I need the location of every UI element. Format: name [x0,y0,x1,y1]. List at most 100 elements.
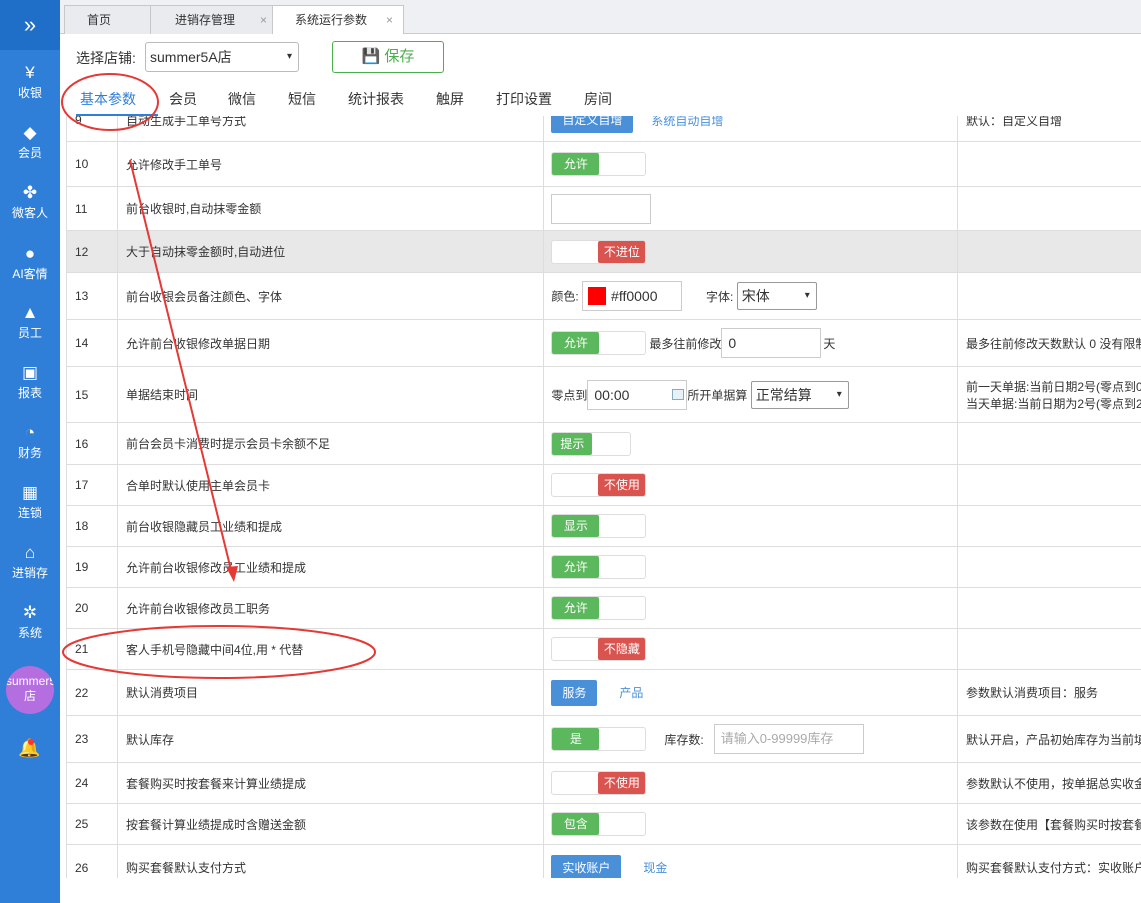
param-name: 前台收银时,自动抹零金额 [116,186,545,231]
font-select[interactable]: 宋体 ▾ [736,282,817,310]
round-amount-input[interactable] [551,193,652,224]
param-note: 购买套餐默认支付方式：实收账户 [956,844,1141,878]
expand-sidebar-button[interactable]: » [0,0,60,50]
include-gift-toggle[interactable]: 包含 [551,812,647,836]
stock-input[interactable]: 请输入0-99999库存 [713,724,864,754]
sidebar-item-label: AI客情 [12,267,48,281]
param-note: 默认：自定义自增 [956,116,1141,142]
cash-link[interactable]: 现金 [643,861,667,875]
person-icon: ▲ [21,303,39,322]
system-increment-link[interactable]: 系统自动自增 [651,116,723,128]
tab-touchscreen[interactable]: 触屏 [436,89,464,109]
sidebar-item-inventory[interactable]: ⌂ 进销存 [0,542,60,581]
hide-phone-toggle[interactable]: 不隐藏 [551,637,647,661]
row-number: 18 [66,505,118,547]
tab-member[interactable]: 会员 [169,89,197,109]
tab-statistics-report[interactable]: 统计报表 [348,89,404,109]
params-table-area[interactable]: 9 自动生成手工单号方式 自定义自增 系统自动自增 默认：自定义自增 10 允许修改手工单… [60,116,1141,878]
param-name: 默认消费项目 [116,669,545,716]
clover-icon: ✤ [22,183,38,202]
tab-label: 首页 [87,13,112,27]
allow-edit-date-toggle[interactable]: 允许 [551,331,647,355]
sidebar-item-chain[interactable]: ▦ 连锁 [0,482,60,521]
font-select-value: 宋体 [741,288,770,304]
save-button[interactable]: 💾 保存 [332,41,444,73]
row-number: 14 [66,319,118,367]
tab-basic-params[interactable]: 基本参数 [80,89,136,109]
hide-performance-toggle[interactable]: 显示 [551,514,647,538]
color-value: #ff0000 [611,288,658,304]
tab-inventory-management[interactable]: 进销存管理 × [150,5,278,34]
row-number: 15 [66,366,118,423]
row-number: 26 [66,844,118,878]
settlement-select[interactable]: 正常结算 ▾ [750,380,849,409]
low-balance-alert-toggle[interactable]: 提示 [551,431,632,456]
sidebar-item-member[interactable]: ◆ 会员 [0,122,60,161]
avatar[interactable]: summer5A店 [6,666,54,714]
color-label: 颜色: [551,289,579,304]
sidebar-item-cashier[interactable]: ¥ 收银 [0,62,60,101]
package-commission-toggle[interactable]: 不使用 [551,771,647,795]
row-number: 25 [66,803,118,845]
table-row: 21 客人手机号隐藏中间4位,用 * 代替 不隐藏 [66,628,1141,670]
tab-print-settings[interactable]: 打印设置 [496,89,552,109]
double-chevron-right-icon: » [23,12,37,37]
table-row: 26 购买套餐默认支付方式 实收账户 现金 购买套餐默认支付方式：实收账户 [66,844,1141,878]
sidebar: » ¥ 收银 ◆ 会员 ✤ 微客人 ● AI客情 ▲ 员工 ▣ 报表 ◔ 财务 ▦ 连锁 ⌂ 进销… [0,0,60,903]
sidebar-item-finance[interactable]: ◔ 财务 [0,422,60,461]
save-label: 保存 [384,48,415,65]
end-time-input[interactable]: 00:00 [587,379,688,410]
toggle-label: 不隐藏 [598,638,646,660]
allow-edit-manual-no-toggle[interactable]: 允许 [551,152,647,176]
edit-performance-toggle[interactable]: 允许 [551,555,647,579]
edit-staff-role-toggle[interactable]: 允许 [551,596,647,620]
toggle-label: 允许 [552,556,600,578]
tab-sms[interactable]: 短信 [288,89,316,109]
notification-bell-icon[interactable]: 🔔 [18,738,40,759]
received-account-button[interactable]: 实收账户 [551,854,622,878]
calendar-icon[interactable] [672,388,685,400]
sidebar-item-ai-customer[interactable]: ● AI客情 [0,243,60,282]
tab-wechat[interactable]: 微信 [228,89,256,109]
color-swatch[interactable] [588,287,607,305]
tab-system-params[interactable]: 系统运行参数 × [272,5,404,35]
product-link[interactable]: 产品 [619,686,643,700]
custom-increment-button[interactable]: 自定义自增 [551,116,634,133]
toggle-label: 允许 [552,597,600,619]
table-row: 16 前台会员卡消费时提示会员卡余额不足 提示 [66,422,1141,465]
sidebar-item-label: 连锁 [17,506,42,520]
sidebar-item-wechat-guest[interactable]: ✤ 微客人 [0,182,60,221]
warehouse-icon: ⌂ [24,543,36,562]
sidebar-item-system[interactable]: ✲ 系统 [0,602,60,641]
end-time-value: 00:00 [594,386,630,403]
toggle-label: 不使用 [598,474,646,496]
table-row: 9 自动生成手工单号方式 自定义自增 系统自动自增 默认：自定义自增 [66,116,1141,142]
sidebar-item-label: 微客人 [11,206,48,220]
sidebar-item-report[interactable]: ▣ 报表 [0,362,60,401]
sidebar-item-label: 进销存 [11,566,48,580]
param-name: 允许修改手工单号 [116,141,545,187]
max-days-input[interactable]: 0 [721,328,822,358]
row-number: 13 [66,272,118,320]
tab-room[interactable]: 房间 [584,89,612,109]
param-note: 默认开启，产品初始库存为当前填 [956,715,1141,763]
table-row: 12 大于自动抹零金额时,自动进位 不进位 [66,230,1141,273]
toggle-label: 显示 [552,515,600,537]
floppy-disk-icon: 💾 [361,48,381,65]
close-icon[interactable]: × [260,6,267,34]
tab-home[interactable]: 首页 [64,5,154,34]
store-select[interactable]: summer5A店 ▾ [145,42,299,72]
close-icon[interactable]: × [386,6,393,34]
auto-carry-toggle[interactable]: 不进位 [551,239,647,264]
color-input[interactable]: #ff0000 [582,281,683,311]
service-button[interactable]: 服务 [551,679,598,706]
default-stock-toggle[interactable]: 是 [551,727,647,751]
row-number: 22 [66,669,118,716]
toggle-label: 是 [552,728,600,750]
merge-main-card-toggle[interactable]: 不使用 [551,473,647,497]
sidebar-item-staff[interactable]: ▲ 员工 [0,302,60,341]
user-gear-icon: ● [24,244,36,263]
row-number: 12 [66,230,118,273]
param-name: 单据结束时间 [116,366,545,423]
param-name: 合单时默认使用主单会员卡 [116,464,545,506]
